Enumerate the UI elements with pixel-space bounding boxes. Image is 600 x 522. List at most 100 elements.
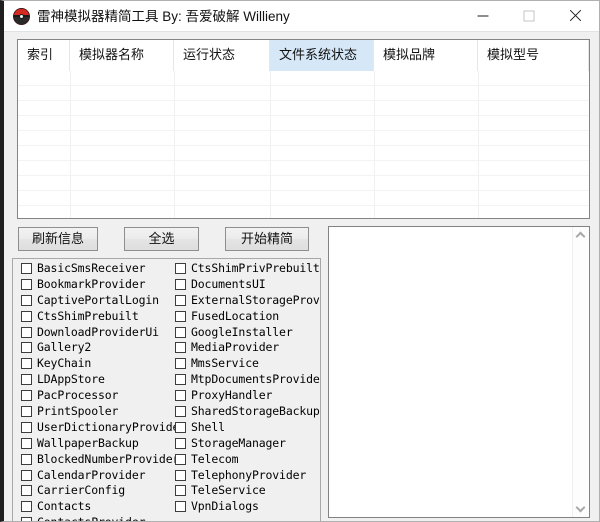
grid-column-header-0[interactable]: 索引	[18, 40, 70, 71]
scroll-down-button[interactable]	[573, 500, 589, 517]
package-checkbox-row[interactable]: TeleService	[171, 483, 320, 499]
package-checkbox-row[interactable]: MediaProvider	[171, 340, 320, 356]
checkbox-shell[interactable]	[175, 421, 186, 433]
checkbox-wallpaperbackup[interactable]	[21, 437, 32, 449]
package-checkbox-row[interactable]: CalendarProvider	[17, 468, 169, 484]
emulator-list-grid[interactable]: 索引 模拟器名称 运行状态 文件系统状态 模拟品牌 模拟型号	[17, 39, 590, 219]
checkbox-basicsmsreceiver[interactable]	[21, 263, 32, 274]
package-checkbox-row[interactable]: MmsService	[171, 356, 320, 372]
checkbox-proxyhandler[interactable]	[175, 390, 186, 402]
checkbox-externalstorageprovider[interactable]	[175, 294, 186, 306]
grid-column-header-1[interactable]: 模拟器名称	[70, 40, 174, 71]
package-checkbox-row[interactable]: Contacts	[17, 499, 169, 515]
package-checkbox-row[interactable]: PacProcessor	[17, 388, 169, 404]
log-output-panel[interactable]	[328, 226, 590, 518]
checkbox-gallery2[interactable]	[21, 342, 32, 354]
refresh-info-button[interactable]: 刷新信息	[18, 227, 98, 251]
package-checkbox-row[interactable]: SharedStorageBackup	[171, 404, 320, 420]
checkbox-captiveportallogin[interactable]	[21, 294, 32, 306]
checkbox-mediaprovider[interactable]	[175, 342, 186, 354]
package-checkbox-row[interactable]: CarrierConfig	[17, 483, 169, 499]
checkbox-telecom[interactable]	[175, 453, 186, 465]
select-all-button[interactable]: 全选	[124, 227, 199, 251]
checkbox-fusedlocation[interactable]	[175, 310, 186, 322]
start-slim-button[interactable]: 开始精简	[225, 227, 309, 251]
checkbox-sharedstoragebackup[interactable]	[175, 406, 186, 418]
table-row[interactable]	[18, 86, 589, 101]
log-scrollbar[interactable]	[572, 227, 589, 517]
checkbox-calendarprovider[interactable]	[21, 469, 32, 481]
package-checkbox-row[interactable]: KeyChain	[17, 356, 169, 372]
package-checkbox-row[interactable]: LDAppStore	[17, 372, 169, 388]
checkbox-teleservice[interactable]	[175, 485, 186, 497]
package-checkbox-row[interactable]: GoogleInstaller	[171, 325, 320, 341]
package-checkbox-row[interactable]: Shell	[171, 420, 320, 436]
package-checkbox-panel: BasicSmsReceiver BookmarkProvider CaptiveP…	[12, 258, 321, 521]
package-checkbox-row[interactable]: MtpDocumentsProvider	[171, 372, 320, 388]
table-row[interactable]	[18, 101, 589, 116]
minimize-button[interactable]	[460, 1, 506, 31]
package-checkbox-row[interactable]: WallpaperBackup	[17, 436, 169, 452]
package-checkbox-row[interactable]: ContactsProvider	[17, 515, 169, 521]
checkbox-pacprocessor[interactable]	[21, 390, 32, 402]
package-checkbox-row[interactable]: DocumentsUI	[171, 277, 320, 293]
checkbox-keychain[interactable]	[21, 358, 32, 370]
grid-body[interactable]	[18, 71, 589, 218]
checkbox-ctsshimprivprebuilt[interactable]	[175, 263, 186, 274]
table-row[interactable]	[18, 176, 589, 191]
package-checkbox-row[interactable]: UserDictionaryProvider	[17, 420, 186, 436]
checkbox-ctsshimprebuilt[interactable]	[21, 310, 32, 322]
checkbox-printspooler[interactable]	[21, 406, 32, 418]
close-button[interactable]	[552, 1, 598, 31]
grid-column-header-2[interactable]: 运行状态	[174, 40, 270, 71]
package-checkbox-row[interactable]: TelephonyProvider	[171, 468, 320, 484]
package-checkbox-label: CarrierConfig	[37, 483, 126, 498]
checkbox-mtpdocumentsprovider[interactable]	[175, 374, 186, 386]
package-checkbox-label: BlockedNumberProvider	[37, 451, 180, 466]
table-row[interactable]	[18, 146, 589, 161]
checkbox-vpndialogs[interactable]	[175, 501, 186, 513]
grid-column-header-4[interactable]: 模拟品牌	[374, 40, 478, 71]
checkbox-telephonyprovider[interactable]	[175, 469, 186, 481]
checkbox-carrierconfig[interactable]	[21, 485, 32, 497]
maximize-button[interactable]	[506, 1, 552, 31]
package-checkbox-row[interactable]: FusedLocation	[171, 309, 320, 325]
checkbox-googleinstaller[interactable]	[175, 326, 186, 338]
checkbox-userdictionaryprovider[interactable]	[21, 421, 32, 433]
grid-column-header-3[interactable]: 文件系统状态	[270, 40, 374, 71]
checkbox-blockednumberprovider[interactable]	[21, 453, 32, 465]
package-checkbox-row[interactable]: CtsShimPrivPrebuilt	[171, 261, 320, 277]
scroll-up-button[interactable]	[573, 227, 589, 244]
checkbox-contactsprovider[interactable]	[21, 517, 32, 521]
package-checkbox-row[interactable]: Telecom	[171, 452, 320, 468]
package-checkbox-row[interactable]: StorageManager	[171, 436, 320, 452]
grid-column-header-label: 索引	[27, 47, 54, 62]
package-checkbox-row[interactable]: ProxyHandler	[171, 388, 320, 404]
checkbox-mmsservice[interactable]	[175, 358, 186, 370]
minimize-icon	[477, 15, 489, 17]
table-row[interactable]	[18, 116, 589, 131]
package-checkbox-row[interactable]: BookmarkProvider	[17, 277, 169, 293]
checkbox-bookmarkprovider[interactable]	[21, 278, 32, 290]
table-row[interactable]	[18, 131, 589, 146]
grid-header-row[interactable]: 索引 模拟器名称 运行状态 文件系统状态 模拟品牌 模拟型号	[18, 40, 589, 71]
package-checkbox-row[interactable]: VpnDialogs	[171, 499, 320, 515]
package-checkbox-row[interactable]: CtsShimPrebuilt	[17, 309, 169, 325]
package-checkbox-row[interactable]: CaptivePortalLogin	[17, 293, 169, 309]
table-row[interactable]	[18, 191, 589, 206]
grid-column-header-5[interactable]: 模拟型号	[478, 40, 589, 71]
checkbox-downloadproviderui[interactable]	[21, 326, 32, 338]
checkbox-contacts[interactable]	[21, 501, 32, 513]
package-checkbox-row[interactable]: ExternalStorageProvider	[171, 293, 320, 309]
package-checkbox-row[interactable]: DownloadProviderUi	[17, 325, 169, 341]
package-checkbox-row[interactable]: PrintSpooler	[17, 404, 169, 420]
checkbox-storagemanager[interactable]	[175, 437, 186, 449]
package-checkbox-row[interactable]: Gallery2	[17, 340, 169, 356]
table-row[interactable]	[18, 206, 589, 218]
package-checkbox-row[interactable]: BasicSmsReceiver	[17, 261, 169, 277]
package-checkbox-row[interactable]: BlockedNumberProvider	[17, 452, 179, 468]
checkbox-documentsui[interactable]	[175, 278, 186, 290]
table-row[interactable]	[18, 71, 589, 86]
checkbox-ldappstore[interactable]	[21, 374, 32, 386]
table-row[interactable]	[18, 161, 589, 176]
